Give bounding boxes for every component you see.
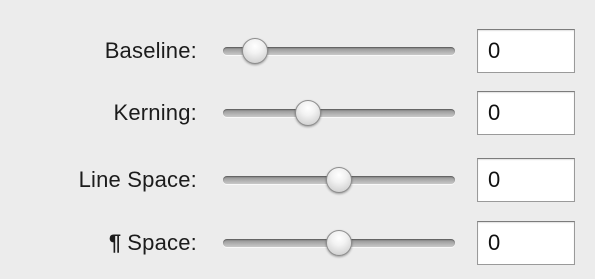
paragraph-space-slider[interactable] [223,228,455,258]
line-space-row: Line Space: [0,155,595,205]
paragraph-space-row: ¶ Space: [0,218,595,268]
paragraph-space-label: ¶ Space: [109,230,197,256]
pilcrow-icon: ¶ [108,230,122,255]
paragraph-space-field[interactable] [477,221,575,265]
line-space-slider-thumb[interactable] [326,167,352,193]
baseline-label: Baseline: [104,38,197,63]
baseline-slider[interactable] [223,36,455,66]
kerning-field[interactable] [477,91,575,135]
kerning-slider-track[interactable] [223,109,455,117]
baseline-slider-thumb[interactable] [241,38,268,64]
text-spacing-panel: Baseline: Kerning: Line Space: ¶Space: [0,0,595,279]
line-space-slider[interactable] [223,165,455,195]
kerning-slider[interactable] [223,98,455,128]
baseline-row: Baseline: [0,26,595,76]
kerning-slider-thumb[interactable] [295,100,322,126]
paragraph-space-slider-thumb[interactable] [326,230,352,256]
line-space-field[interactable] [477,158,575,202]
line-space-label: Line Space: [78,167,197,192]
paragraph-space-label-text: Space: [127,230,197,255]
baseline-field[interactable] [477,29,575,73]
kerning-label: Kerning: [113,100,197,125]
kerning-row: Kerning: [0,88,595,138]
